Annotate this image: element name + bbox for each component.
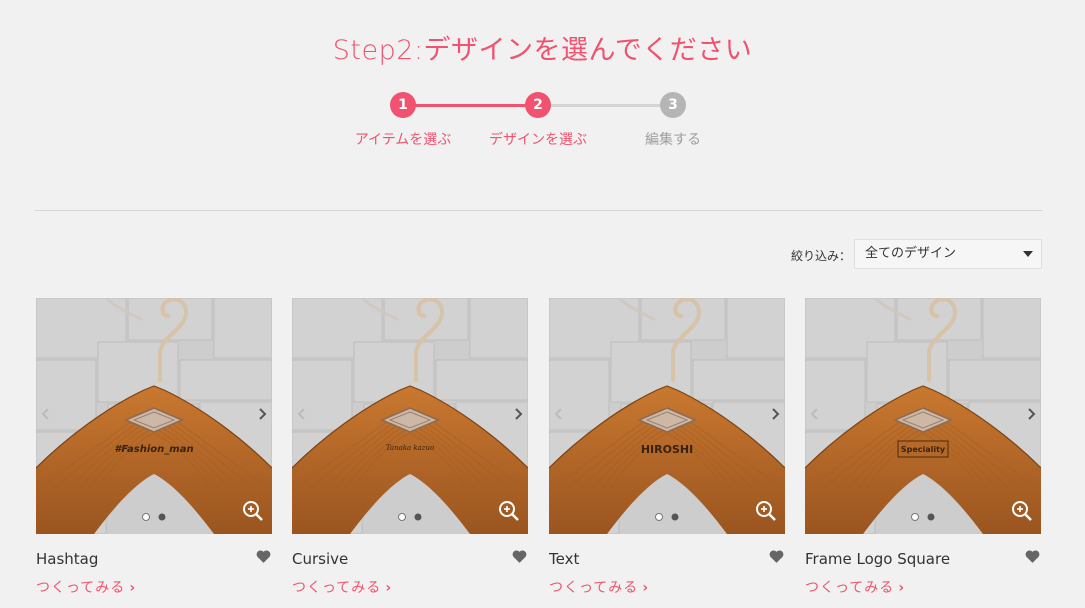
chevron-right-icon: › [129, 580, 137, 596]
engraving-text: Speciality [901, 445, 946, 454]
zoom-icon[interactable] [1011, 500, 1033, 522]
design-preview-image[interactable]: HIROSHI [549, 298, 785, 534]
carousel-dots[interactable] [655, 512, 681, 522]
try-design-label: つくってみる [549, 580, 639, 596]
try-design-label: つくってみる [805, 580, 895, 596]
try-design-link[interactable]: つくってみる › [805, 577, 905, 597]
next-arrow-icon[interactable] [512, 406, 524, 422]
step-1-circle: 1 [390, 92, 416, 118]
design-name: Cursive [292, 550, 349, 568]
step-2-label: デザインを選ぶ [489, 132, 587, 148]
try-design-label: つくってみる [36, 580, 126, 596]
carousel-dots[interactable] [911, 512, 937, 522]
next-arrow-icon[interactable] [769, 406, 781, 422]
section-divider [35, 210, 1043, 211]
favorite-heart-icon[interactable] [1024, 548, 1041, 565]
prev-arrow-icon[interactable] [40, 406, 52, 422]
carousel-dots[interactable] [142, 512, 168, 522]
prev-arrow-icon[interactable] [809, 406, 821, 422]
chevron-right-icon: › [385, 580, 393, 596]
progress-stepper: 1 2 3 アイテムを選ぶ デザインを選ぶ 編集する [340, 92, 740, 162]
engraving-text: HIROSHI [641, 443, 693, 456]
step-2-circle: 2 [525, 92, 551, 118]
prev-arrow-icon[interactable] [296, 406, 308, 422]
design-card: #Fashion_man Hashtag つくってみる › [36, 298, 272, 608]
next-arrow-icon[interactable] [256, 406, 268, 422]
favorite-heart-icon[interactable] [511, 548, 528, 565]
try-design-label: つくってみる [292, 580, 382, 596]
design-preview-image[interactable]: Speciality [805, 298, 1041, 534]
design-preview-image[interactable]: Tanaka kazuo [292, 298, 528, 534]
page-title: Step2:デザインを選んでください [332, 35, 753, 66]
try-design-link[interactable]: つくってみる › [36, 577, 136, 597]
next-arrow-icon[interactable] [1025, 406, 1037, 422]
design-name: Hashtag [36, 550, 99, 568]
step-1-label: アイテムを選ぶ [354, 132, 452, 148]
zoom-icon[interactable] [755, 500, 777, 522]
step-line-pending [538, 104, 673, 107]
chevron-right-icon: › [898, 580, 906, 596]
favorite-heart-icon[interactable] [255, 548, 272, 565]
dropdown-caret-icon [1023, 251, 1033, 257]
design-card: HIROSHI Text つくってみる › [549, 298, 785, 608]
filter-selected-value: 全てのデザイン [865, 246, 957, 261]
design-name: Frame Logo Square [805, 550, 951, 568]
step-line-complete [403, 104, 538, 107]
design-card: Tanaka kazuo Cursive つくってみる › [292, 298, 528, 608]
engraving-text: Tanaka kazuo [386, 444, 434, 452]
design-name: Text [549, 550, 580, 568]
step-3-circle: 3 [660, 92, 686, 118]
design-card: Speciality Frame Logo Square つくってみる › [805, 298, 1041, 608]
favorite-heart-icon[interactable] [768, 548, 785, 565]
filter-label: 絞り込み： [791, 249, 852, 263]
zoom-icon[interactable] [498, 500, 520, 522]
carousel-dots[interactable] [398, 512, 424, 522]
design-filter-select[interactable]: 全てのデザイン [854, 239, 1042, 269]
zoom-icon[interactable] [242, 500, 264, 522]
step-3-label: 編集する [645, 132, 701, 148]
try-design-link[interactable]: つくってみる › [292, 577, 392, 597]
try-design-link[interactable]: つくってみる › [549, 577, 649, 597]
design-preview-image[interactable]: #Fashion_man [36, 298, 272, 534]
engraving-text: #Fashion_man [114, 444, 193, 455]
prev-arrow-icon[interactable] [553, 406, 565, 422]
chevron-right-icon: › [642, 580, 650, 596]
